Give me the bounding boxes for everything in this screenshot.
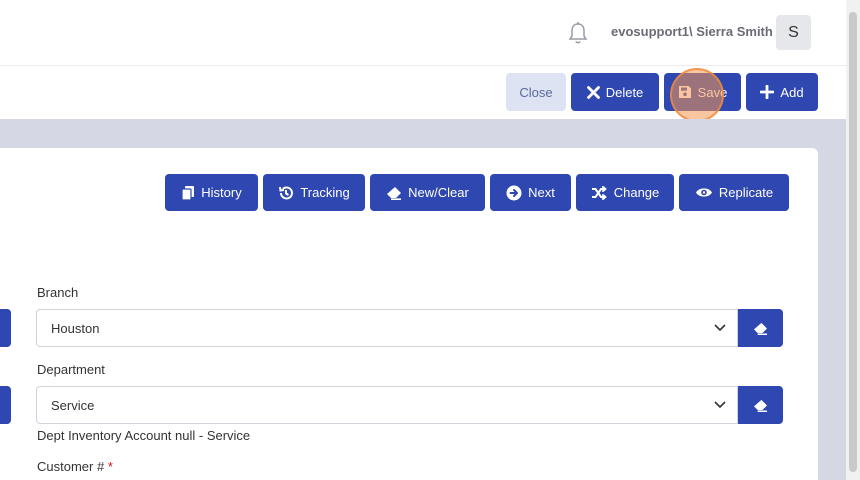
copy-icon <box>181 185 195 201</box>
floppy-disk-icon <box>678 86 691 98</box>
history-button[interactable]: History <box>165 174 258 211</box>
branch-select[interactable]: Houston <box>36 309 738 347</box>
department-select[interactable]: Service <box>36 386 738 424</box>
save-button[interactable]: Save <box>664 73 741 111</box>
user-name[interactable]: evosupport1\ Sierra Smith <box>611 24 773 39</box>
eye-icon <box>695 188 712 197</box>
chevron-down-icon <box>714 324 726 332</box>
save-label: Save <box>697 84 728 100</box>
tracking-label: Tracking <box>300 185 350 200</box>
close-label: Close <box>519 84 553 100</box>
scrollbar-thumb[interactable] <box>849 12 857 472</box>
department-value: Service <box>51 397 95 413</box>
replicate-button[interactable]: Replicate <box>679 174 789 211</box>
change-button[interactable]: Change <box>576 174 674 211</box>
required-mark: * <box>107 459 113 474</box>
eraser-icon <box>754 322 767 335</box>
delete-label: Delete <box>605 84 644 100</box>
left-action-button[interactable] <box>0 309 11 347</box>
change-label: Change <box>613 185 660 200</box>
top-bar: evosupport1\ Sierra Smith S <box>0 0 860 66</box>
action-bar: Close Delete Save Add <box>0 66 860 119</box>
eraser-icon <box>754 399 767 412</box>
left-action-button[interactable] <box>0 386 11 424</box>
dept-helper-text: Dept Inventory Account null - Service <box>37 428 251 443</box>
chevron-down-icon <box>714 401 726 409</box>
add-label: Add <box>780 84 804 100</box>
new-clear-button[interactable]: New/Clear <box>370 174 485 211</box>
avatar[interactable]: S <box>776 15 811 50</box>
delete-button[interactable]: Delete <box>571 73 659 111</box>
history-clock-icon <box>279 185 294 199</box>
tracking-button[interactable]: Tracking <box>263 174 365 211</box>
arrow-circle-right-icon <box>506 185 522 200</box>
next-label: Next <box>528 185 555 200</box>
eraser-icon <box>387 186 402 200</box>
customer-label: Customer # * <box>37 459 113 474</box>
add-button[interactable]: Add <box>746 73 818 111</box>
page-scrollbar[interactable] <box>846 0 860 480</box>
bell-icon[interactable] <box>567 21 589 45</box>
history-label: History <box>201 185 242 200</box>
branch-clear-button[interactable] <box>738 309 783 347</box>
new-clear-label: New/Clear <box>408 185 469 200</box>
shuffle-icon <box>591 185 607 200</box>
branch-label: Branch <box>37 285 79 300</box>
customer-label-text: Customer # <box>37 459 105 474</box>
next-button[interactable]: Next <box>490 174 571 211</box>
close-button[interactable]: Close <box>506 73 566 111</box>
department-clear-button[interactable] <box>738 386 783 424</box>
department-label: Department <box>37 362 105 377</box>
replicate-label: Replicate <box>718 185 774 200</box>
x-icon <box>586 85 600 99</box>
plus-icon <box>760 85 775 99</box>
branch-value: Houston <box>51 320 100 336</box>
